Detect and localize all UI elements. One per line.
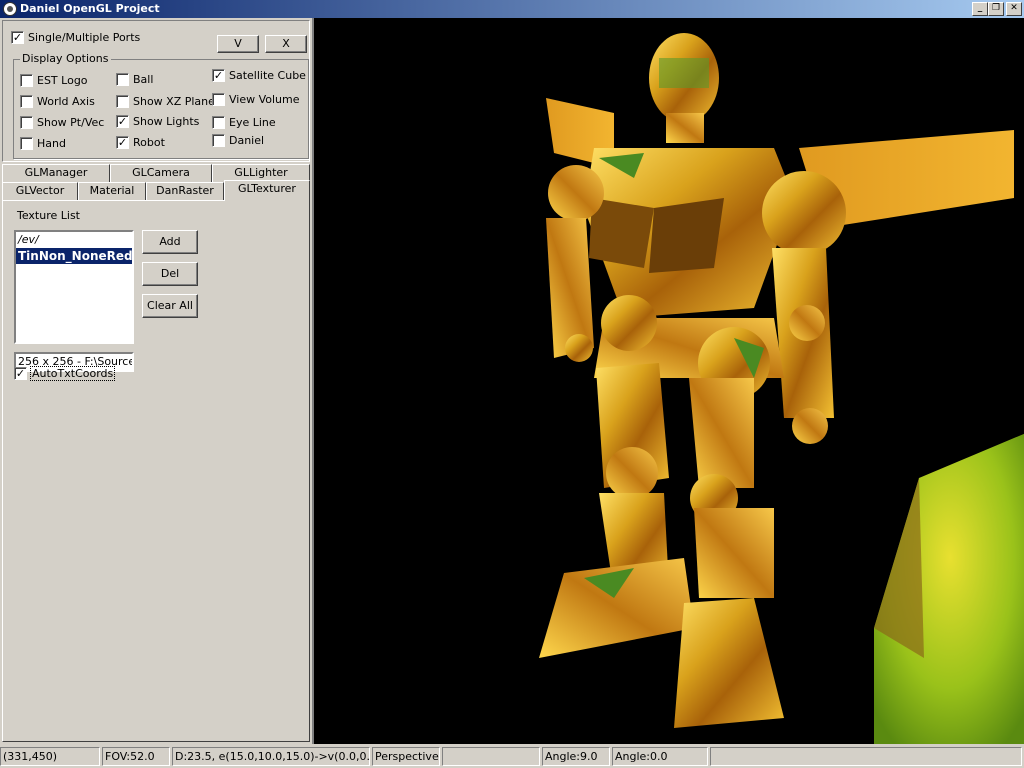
checkbox-box[interactable] bbox=[20, 74, 33, 87]
checkbox-label: World Axis bbox=[37, 95, 95, 108]
status-bar: (331,450) FOV:52.0 D:23.5, e(15.0,10.0,1… bbox=[0, 744, 1024, 768]
status-projection: Perspective bbox=[372, 747, 440, 766]
tab-danraster[interactable]: DanRaster bbox=[146, 182, 224, 200]
right-thigh bbox=[689, 378, 754, 488]
control-panel: ✓ Single/Multiple Ports V X Display Opti… bbox=[0, 18, 312, 744]
checkbox-label: AutoTxtCoords bbox=[29, 366, 116, 381]
v-button[interactable]: V bbox=[217, 35, 259, 53]
checkbox-label: Robot bbox=[133, 136, 165, 149]
hand-checkbox[interactable]: Hand bbox=[20, 137, 66, 150]
title-bar: Daniel OpenGL Project _ ❐ ✕ bbox=[0, 0, 1024, 18]
checkbox-label: Daniel bbox=[229, 134, 265, 147]
left-hand bbox=[565, 334, 593, 362]
status-empty-2 bbox=[710, 747, 1022, 766]
right-shoulder bbox=[762, 171, 846, 255]
right-shin bbox=[694, 508, 774, 598]
checkbox-label: Show Lights bbox=[133, 115, 200, 128]
show-pt-vec-checkbox[interactable]: Show Pt/Vec bbox=[20, 116, 104, 129]
status-fov: FOV:52.0 bbox=[102, 747, 170, 766]
checkbox-box[interactable]: ✓ bbox=[212, 69, 225, 82]
checkbox-label: Satellite Cube bbox=[229, 69, 306, 82]
x-button[interactable]: X bbox=[265, 35, 307, 53]
checkbox-label: Show XZ Plane bbox=[133, 95, 215, 108]
single-multiple-ports-checkbox[interactable]: ✓ Single/Multiple Ports bbox=[11, 31, 140, 44]
show-xz-plane-checkbox[interactable]: Show XZ Plane bbox=[116, 95, 215, 108]
app-icon[interactable] bbox=[3, 2, 17, 16]
clear-all-button[interactable]: Clear All bbox=[142, 294, 198, 318]
list-item[interactable]: /ev/ bbox=[16, 232, 132, 248]
status-cursor: (331,450) bbox=[0, 747, 100, 766]
checkbox-box[interactable] bbox=[212, 93, 225, 106]
maximize-button[interactable]: ❐ bbox=[988, 2, 1004, 16]
tab-glmanager[interactable]: GLManager bbox=[2, 164, 110, 182]
checkbox-box[interactable] bbox=[116, 73, 129, 86]
display-options-label: Display Options bbox=[20, 52, 111, 65]
satellite-cube-checkbox[interactable]: ✓ Satellite Cube bbox=[212, 69, 306, 82]
texture-list-label: Texture List bbox=[17, 209, 80, 222]
checkbox-label: Hand bbox=[37, 137, 66, 150]
tab-material[interactable]: Material bbox=[78, 182, 146, 200]
checkbox-box[interactable] bbox=[20, 137, 33, 150]
tab-gltexturer[interactable]: GLTexturer bbox=[224, 180, 310, 201]
tab-glcamera[interactable]: GLCamera bbox=[110, 164, 212, 182]
options-area: ✓ Single/Multiple Ports V X Display Opti… bbox=[2, 20, 310, 162]
left-shoulder bbox=[548, 165, 604, 221]
window-title: Daniel OpenGL Project bbox=[20, 2, 160, 15]
checkbox-label: View Volume bbox=[229, 93, 300, 106]
checkbox-label: Single/Multiple Ports bbox=[28, 31, 141, 44]
texture-listbox[interactable]: /ev/ TinNon_NoneRed bbox=[14, 230, 134, 344]
right-foot bbox=[674, 598, 784, 728]
status-distance: D:23.5, e(15.0,10.0,15.0)->v(0.0,0.0,0.0… bbox=[172, 747, 370, 766]
checkbox-box[interactable]: ✓ bbox=[14, 367, 27, 380]
minimize-button[interactable]: _ bbox=[972, 2, 988, 16]
checkbox-label: EST Logo bbox=[37, 74, 88, 87]
checkbox-box[interactable]: ✓ bbox=[116, 115, 129, 128]
right-hand bbox=[792, 408, 828, 444]
checkbox-box[interactable]: ✓ bbox=[116, 136, 129, 149]
world-axis-checkbox[interactable]: World Axis bbox=[20, 95, 95, 108]
left-knee bbox=[606, 447, 658, 499]
checkbox-label: Show Pt/Vec bbox=[37, 116, 105, 129]
cube-face bbox=[874, 478, 924, 658]
est-logo-checkbox[interactable]: EST Logo bbox=[20, 74, 88, 87]
close-button[interactable]: ✕ bbox=[1006, 2, 1022, 16]
eye-line-checkbox[interactable]: Eye Line bbox=[212, 116, 276, 129]
robot-neck bbox=[666, 113, 704, 143]
robot-scene bbox=[539, 33, 1024, 744]
robot-chest-right bbox=[649, 198, 724, 273]
left-hip bbox=[601, 295, 657, 351]
checkbox-box[interactable] bbox=[212, 134, 225, 147]
status-angle-1: Angle:9.0 bbox=[542, 747, 610, 766]
daniel-checkbox[interactable]: Daniel bbox=[212, 134, 264, 147]
opengl-viewport[interactable] bbox=[312, 18, 1024, 744]
add-button[interactable]: Add bbox=[142, 230, 198, 254]
status-angle-2: Angle:0.0 bbox=[612, 747, 708, 766]
checkbox-box[interactable] bbox=[20, 116, 33, 129]
ball-checkbox[interactable]: Ball bbox=[116, 73, 153, 86]
checkbox-label: Ball bbox=[133, 73, 154, 86]
robot-checkbox[interactable]: ✓ Robot bbox=[116, 136, 165, 149]
del-button[interactable]: Del bbox=[142, 262, 198, 286]
robot-face bbox=[659, 58, 709, 88]
checkbox-label: Eye Line bbox=[229, 116, 276, 129]
checkbox-box[interactable] bbox=[212, 116, 225, 129]
checkbox-box[interactable] bbox=[116, 95, 129, 108]
display-options-group: Display Options EST Logo Ball ✓ Satellit… bbox=[13, 52, 309, 159]
view-volume-checkbox[interactable]: View Volume bbox=[212, 93, 300, 106]
status-empty bbox=[442, 747, 540, 766]
right-elbow bbox=[789, 305, 825, 341]
auto-txt-coords-checkbox[interactable]: ✓ AutoTxtCoords bbox=[14, 366, 116, 381]
show-lights-checkbox[interactable]: ✓ Show Lights bbox=[116, 115, 199, 128]
tab-glvector[interactable]: GLVector bbox=[2, 182, 78, 200]
checkbox-box[interactable]: ✓ bbox=[11, 31, 24, 44]
list-item-selected[interactable]: TinNon_NoneRed bbox=[16, 248, 132, 264]
checkbox-box[interactable] bbox=[20, 95, 33, 108]
